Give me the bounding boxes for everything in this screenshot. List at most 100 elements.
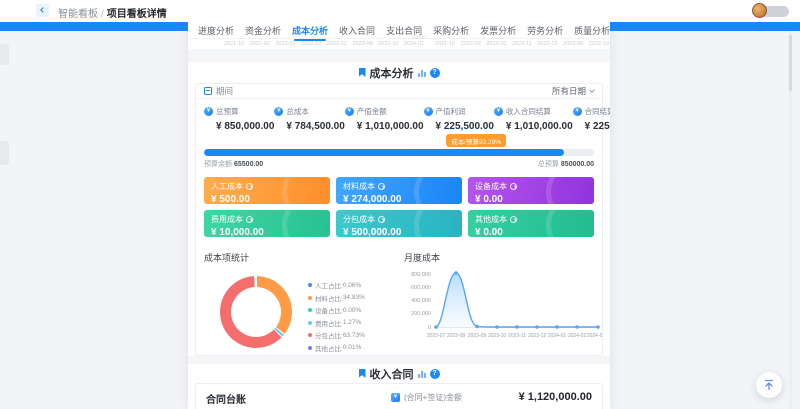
date-tick: 2023-12 (327, 41, 347, 47)
budget-progress: 成本/预算92.29% 预算余额65500.00 总预算850000.00 (196, 136, 602, 173)
date-tick: 2024-01 (404, 41, 424, 47)
legend-item-labor[interactable]: 人工占比0.06% (308, 280, 365, 290)
y-tick: 200,000 (411, 311, 431, 317)
legend-item-subcontract[interactable]: 分包占比63.73% (308, 330, 365, 340)
cost-card-value: ¥ 500.00 (211, 194, 323, 204)
cost-card-label: 人工成本 (211, 181, 243, 192)
chevron-right-circle-icon (510, 216, 517, 223)
chevron-right-circle-icon (510, 183, 517, 190)
budget-progress-bar (204, 149, 594, 156)
date-tick: 2023-12 (537, 41, 557, 47)
cost-card-expense[interactable]: 费用成本 ¥ 10,000.00 (204, 210, 330, 237)
metric-label: 产值金额 (357, 106, 387, 117)
x-tick: 2024-02 (568, 333, 587, 339)
x-tick: 2023-11 (508, 333, 526, 339)
date-tick: 2023-11 (512, 41, 532, 47)
tab-procurement[interactable]: 采购分析 (433, 24, 469, 37)
period-label: 期间 (216, 85, 233, 97)
donut-chart-title: 成本项统计 (204, 251, 404, 264)
metric-income-settlement: ¥收入合同结算 ¥ 1,010,000.00 (494, 106, 573, 132)
cost-card-subcontract[interactable]: 分包成本 ¥ 500,000.00 (336, 210, 462, 237)
cost-budget-ratio-badge: 成本/预算92.29% (446, 134, 506, 147)
chevron-down-icon (589, 87, 595, 93)
back-to-top-button[interactable] (756, 372, 782, 398)
tab-quality[interactable]: 质量分析 (574, 24, 610, 37)
cost-analysis-card: 期间 所有日期 ¥总预算 ¥ 850,000.00 ¥总成本 ¥ 784,500… (195, 83, 603, 356)
legend-dot (308, 283, 312, 287)
tab-income-contract[interactable]: 收入合同 (339, 24, 375, 37)
period-filter-row: 期间 所有日期 (196, 84, 602, 99)
breadcrumb-root[interactable]: 智能看板 (58, 9, 98, 20)
metric-value: ¥ 225,500.00 (585, 121, 610, 132)
metric-value: ¥ 850,000.00 (216, 121, 274, 132)
back-button[interactable] (36, 4, 49, 17)
tab-invoice[interactable]: 发票分析 (480, 24, 516, 37)
x-tick: 2023-10 (488, 333, 507, 339)
scrollbar-thumb[interactable] (789, 35, 792, 91)
charts-row: 成本项统计 人工占比0.06% 材料占比34.93% 设备占比0.00% 费用占… (196, 243, 602, 355)
date-tick: 2023-08 (352, 41, 372, 47)
metric-label: 合同结算利润 (585, 106, 610, 117)
legend-item-equipment[interactable]: 设备占比0.00% (308, 305, 365, 315)
coin-icon: ¥ (573, 107, 582, 116)
metric-label: 产值利润 (436, 106, 466, 117)
cost-card-grid: 人工成本 ¥ 500.00 材料成本 ¥ 274,000.00 设备成本 ¥ 0… (196, 173, 602, 243)
cost-card-material[interactable]: 材料成本 ¥ 274,000.00 (336, 177, 462, 204)
mini-chart-icon[interactable] (418, 370, 426, 378)
cost-card-label: 其他成本 (475, 214, 507, 225)
line-chart-title: 月度成本 (404, 251, 602, 264)
chevron-right-circle-icon (246, 183, 253, 190)
cost-donut-chart[interactable] (220, 276, 292, 348)
date-tick: 2021-10 (224, 41, 244, 47)
monthly-cost-chart[interactable]: 800,000 600,000 400,000 200,000 0 (404, 264, 602, 348)
metric-total-budget: ¥总预算 ¥ 850,000.00 (204, 106, 274, 132)
cost-card-value: ¥ 0.00 (475, 227, 587, 237)
metric-label: 总成本 (286, 106, 309, 117)
donut-legend: 人工占比0.06% 材料占比34.93% 设备占比0.00% 费用占比1.27%… (308, 280, 365, 353)
cost-card-value: ¥ 274,000.00 (343, 194, 455, 204)
section-gap (188, 49, 610, 62)
income-contract-card: 合同台账 合同总数1 签证总数1 ¥ (合同+签证)金额 ¥ 1,120,000… (195, 383, 603, 409)
chevron-right-circle-icon (378, 216, 385, 223)
x-tick: 2023-09 (468, 333, 487, 339)
contract-amount-block: ¥ (合同+签证)金额 ¥ 1,120,000.00 98.21% 合同金额 ¥… (391, 391, 592, 409)
cost-card-equipment[interactable]: 设备成本 ¥ 0.00 (468, 177, 594, 204)
metric-label: 总预算 (216, 106, 239, 117)
cost-card-other[interactable]: 其他成本 ¥ 0.00 (468, 210, 594, 237)
amount-total: ¥ 1,120,000.00 (519, 391, 592, 403)
cost-item-stats-block: 成本项统计 人工占比0.06% 材料占比34.93% 设备占比0.00% 费用占… (204, 251, 404, 353)
date-tick: 2022-10 (301, 41, 321, 47)
legend-item-material[interactable]: 材料占比34.93% (308, 293, 365, 303)
cost-card-labor[interactable]: 人工成本 ¥ 500.00 (204, 177, 330, 204)
analysis-tabbar: 进度分析 资金分析 成本分析 收入合同 支出合同 采购分析 发票分析 劳务分析 … (188, 22, 610, 39)
tab-progress[interactable]: 进度分析 (198, 24, 234, 37)
bookmark-icon (359, 68, 366, 77)
date-filter-dropdown[interactable]: 所有日期 (552, 85, 594, 97)
avatar[interactable] (752, 3, 767, 18)
breadcrumb: 智能看板/项目看板详情 (58, 5, 167, 20)
app-header: 智能看板/项目看板详情 (0, 0, 800, 22)
metric-value: ¥ 784,500.00 (286, 121, 344, 132)
help-icon[interactable]: ? (430, 68, 440, 78)
metric-label: 收入合同结算 (506, 106, 551, 117)
legend-dot (308, 321, 312, 325)
date-tick: 2022-10 (589, 41, 609, 47)
section-gap (188, 356, 610, 364)
date-tick: 2021-10 (435, 41, 455, 47)
help-icon[interactable]: ? (430, 369, 440, 379)
background-fragment (0, 141, 9, 165)
coin-icon: ¥ (274, 107, 283, 116)
cost-section-title: 成本分析 (370, 65, 414, 81)
date-filter-value[interactable]: 所有日期 (552, 85, 586, 97)
mini-chart-icon[interactable] (418, 69, 426, 77)
chevron-right-circle-icon (378, 183, 385, 190)
cost-card-label: 费用成本 (211, 214, 243, 225)
legend-item-other[interactable]: 其他占比0.01% (308, 343, 365, 353)
tab-labor[interactable]: 劳务分析 (527, 24, 563, 37)
legend-item-expense[interactable]: 费用占比1.27% (308, 318, 365, 328)
amount-icon: ¥ (391, 393, 400, 402)
tab-cost[interactable]: 成本分析 (292, 24, 328, 37)
tab-funds[interactable]: 资金分析 (245, 24, 281, 37)
breadcrumb-current: 项目看板详情 (107, 9, 167, 20)
monthly-cost-block: 月度成本 800,000 600,000 400,000 200,000 0 (404, 251, 602, 353)
